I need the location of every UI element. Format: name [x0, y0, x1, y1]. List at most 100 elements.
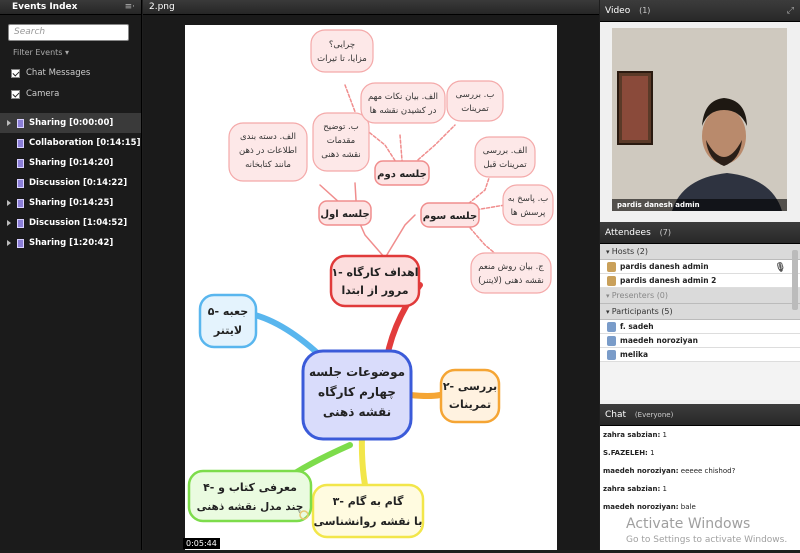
hosts-section[interactable]: Hosts (2) — [600, 244, 800, 260]
host-user-icon — [607, 276, 616, 286]
chat-message: maedeh noroziyan: bale — [600, 498, 800, 516]
document-icon — [17, 238, 24, 248]
participant-row[interactable]: maedeh noroziyan — [600, 334, 800, 348]
presenters-section[interactable]: Presenters (0) — [600, 288, 800, 304]
message-author: zahra sabzian: — [603, 485, 661, 493]
node-text: الف. بررسی — [483, 146, 528, 156]
expand-arrow-icon[interactable] — [7, 240, 11, 246]
event-item[interactable]: Sharing [0:14:25] — [0, 193, 141, 213]
node-text: مانند کتابخانه — [245, 160, 291, 170]
node-text: در کشیدن نقشه ها — [370, 106, 437, 116]
fullscreen-icon[interactable]: ⤢ — [787, 0, 794, 22]
node-text: تمرینات — [461, 104, 489, 114]
host-row[interactable]: pardis danesh admin 🎙 — [600, 260, 800, 274]
branch-node-exercises: ۲- بررسی تمرینات — [439, 368, 501, 424]
chat-header: Chat (Everyone) — [600, 404, 800, 426]
camera-checkbox[interactable]: Camera — [11, 89, 141, 99]
attendees-header: Attendees (7) — [600, 222, 800, 244]
node-text: جلسه اول — [320, 209, 369, 220]
user-name: pardis danesh admin 2 — [620, 276, 717, 285]
playback-timestamp: 0:05:44 — [183, 538, 220, 549]
node-text: ب. بررسی — [456, 90, 495, 100]
document-icon — [17, 158, 24, 168]
node-text: تمرینات قبل — [483, 160, 527, 170]
message-text: eeeee chishod? — [678, 467, 736, 475]
right-column: Video (1) ⤢ pardis danesh admin Attendee… — [600, 0, 800, 550]
user-name: maedeh noroziyan — [620, 336, 698, 345]
event-label: Discussion [1:04:52] — [29, 218, 128, 228]
video-participant-name: pardis danesh admin — [612, 199, 787, 211]
message-author: maedeh noroziyan: — [603, 467, 679, 475]
branch-node-book-intro: ۴- معرفی کتاب و چند مدل نقشه ذهنی — [187, 469, 313, 523]
note-node: الف. بررسی تمرینات قبل — [474, 136, 536, 178]
expand-arrow-icon[interactable] — [7, 200, 11, 206]
share-pod-header: 2.png — [143, 0, 599, 15]
node-text: ۱- اهداف کارگاه — [331, 266, 418, 279]
node-text: نقشه ذهنی — [321, 150, 360, 160]
message-text: 1 — [660, 431, 667, 439]
note-node: الف. بیان نکات مهم در کشیدن نقشه ها — [360, 82, 446, 124]
chat-audience: (Everyone) — [634, 411, 674, 419]
expand-arrow-icon[interactable] — [7, 120, 11, 126]
video-pod-header: Video (1) ⤢ — [600, 0, 800, 22]
activation-watermark-title: Activate Windows — [626, 516, 751, 532]
event-item[interactable]: Collaboration [0:14:15] — [0, 133, 141, 153]
message-text: 1 — [647, 449, 655, 457]
event-label: Sharing [0:00:00] — [29, 118, 114, 128]
session-node-second: جلسه دوم — [374, 160, 430, 186]
participants-section[interactable]: Participants (5) — [600, 304, 800, 320]
host-user-icon — [607, 262, 616, 272]
activation-watermark-subtitle: Go to Settings to activate Windows. — [626, 535, 788, 545]
chat-messages-checkbox[interactable]: Chat Messages — [11, 68, 141, 78]
document-icon — [17, 198, 24, 208]
expand-arrow-icon[interactable] — [7, 220, 11, 226]
node-text: ب. پاسخ به — [508, 194, 549, 204]
events-list: Sharing [0:00:00] Collaboration [0:14:15… — [0, 113, 141, 253]
node-text: ۲- بررسی — [443, 380, 497, 393]
participant-user-icon — [607, 350, 616, 360]
message-text: 1 — [660, 485, 667, 493]
checkbox-icon[interactable] — [11, 89, 20, 99]
node-text: ب. توضیح — [323, 122, 358, 132]
attendees-scrollbar[interactable] — [792, 250, 798, 310]
session-node-third: جلسه سوم — [420, 202, 480, 228]
node-text: الف. دسته بندی — [240, 132, 296, 142]
note-node: ب. پاسخ به پرسش ها — [502, 184, 554, 226]
branch-node-leitner-box: ۵- جعبه لایتنر — [198, 293, 258, 349]
node-shape — [502, 184, 554, 226]
events-search-input[interactable]: Search — [8, 24, 129, 41]
participant-row[interactable]: f. sadeh — [600, 320, 800, 334]
panel-menu-icon[interactable]: ≡· — [125, 0, 135, 15]
participant-row[interactable]: melika — [600, 348, 800, 362]
event-item[interactable]: Sharing [0:00:00] — [0, 113, 141, 133]
events-index-panel: Events Index ≡· Search Filter Events ▾ C… — [0, 0, 142, 550]
connector — [384, 214, 416, 259]
document-icon — [17, 138, 24, 148]
node-shape — [187, 469, 313, 523]
node-text: اطلاعات در ذهن — [239, 146, 297, 156]
event-item[interactable]: Discussion [0:14:22] — [0, 173, 141, 193]
note-node: ج. بیان روش منعم نقشه ذهنی (لایتنر) — [470, 252, 552, 294]
filter-events-dropdown[interactable]: Filter Events ▾ — [13, 48, 141, 57]
host-row[interactable]: pardis danesh admin 2 — [600, 274, 800, 288]
note-node: ب. بررسی تمرینات — [446, 80, 504, 122]
message-author: S.FAZELEH: — [603, 449, 648, 457]
frame-art — [622, 76, 648, 140]
session-node-first: جلسه اول — [318, 200, 372, 226]
node-shape — [474, 136, 536, 178]
event-item[interactable]: Discussion [1:04:52] — [0, 213, 141, 233]
event-label: Collaboration [0:14:15] — [29, 138, 141, 148]
node-shape — [311, 483, 425, 539]
user-name: f. sadeh — [620, 322, 654, 331]
event-item[interactable]: Sharing [0:14:20] — [0, 153, 141, 173]
shared-image: موضوعات جلسه چهارم کارگاه نقشه ذهنی ۱- ا… — [185, 25, 557, 550]
event-item[interactable]: Sharing [1:20:42] — [0, 233, 141, 253]
event-label: Sharing [0:14:20] — [29, 158, 114, 168]
note-node: ب. توضیح مقدمات نقشه ذهنی — [312, 112, 370, 172]
node-text: مرور از ابتدا — [341, 284, 408, 297]
participant-user-icon — [607, 336, 616, 346]
attendees-pod: Attendees (7) Hosts (2) pardis danesh ad… — [600, 222, 800, 400]
node-text: نقشه ذهنی (لایتنر) — [478, 276, 544, 286]
event-label: Discussion [0:14:22] — [29, 178, 128, 188]
checkbox-icon[interactable] — [11, 68, 20, 78]
